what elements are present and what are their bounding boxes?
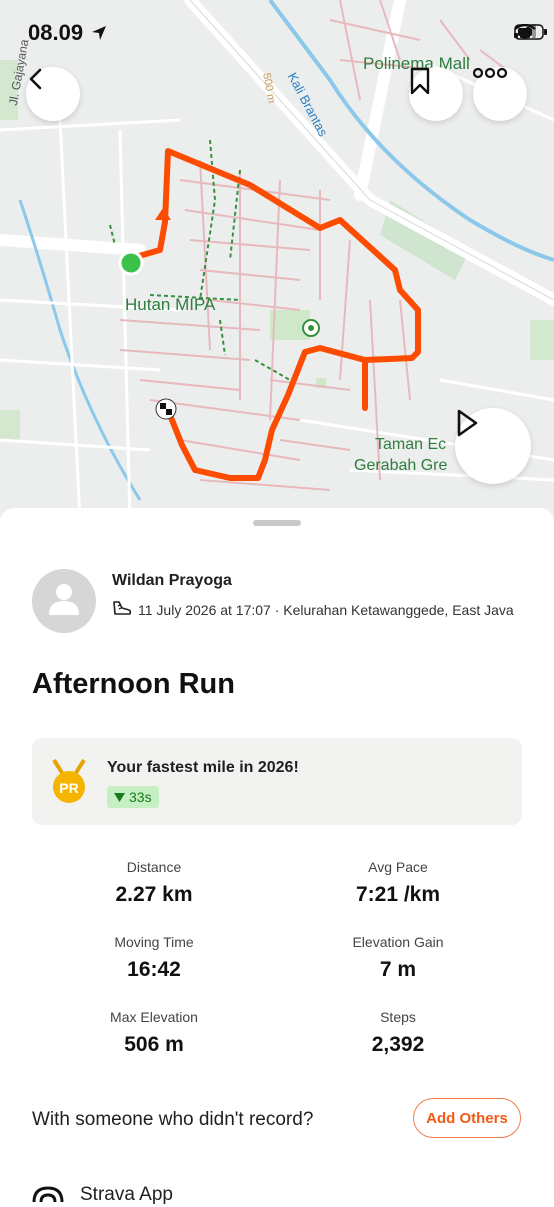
stat-value: 2,392 [371, 1033, 425, 1056]
sheet-drag-handle[interactable] [253, 520, 301, 526]
stat-avg-pace: Avg Pace 7:21 /km [298, 859, 498, 907]
stat-elevation-gain: Elevation Gain 7 m [298, 934, 498, 982]
medal-text: PR [59, 780, 78, 796]
stat-distance: Distance 2.27 km [54, 859, 254, 907]
pr-card[interactable]: PR Your fastest mile in 2026! 33s [32, 738, 522, 825]
pr-badge-text: 33s [129, 789, 152, 805]
pr-title: Your fastest mile in 2026! [107, 759, 299, 776]
stat-label: Elevation Gain [352, 934, 444, 950]
athlete-name[interactable]: Wildan Prayoga [112, 572, 232, 590]
map-label-hutan-mipa: Hutan MIPA [125, 295, 216, 314]
stat-max-elevation: Max Elevation 506 m [54, 1009, 254, 1057]
add-others-prompt: With someone who didn't record? [32, 1109, 314, 1130]
broadcast-icon [32, 1182, 64, 1207]
add-others-button[interactable]: Add Others [413, 1098, 521, 1138]
stat-label: Steps [380, 1009, 416, 1025]
avatar-icon [44, 579, 84, 624]
status-time: 08.09 [28, 20, 84, 45]
stat-label: Avg Pace [368, 859, 428, 875]
shoe-icon [112, 600, 132, 619]
play-flyover-button[interactable] [455, 408, 531, 484]
map-view[interactable]: Polinema Mall Hutan MIPA Taman Ec Geraba… [0, 0, 554, 520]
medal-icon: PR [48, 758, 90, 811]
stat-label: Max Elevation [110, 1009, 198, 1025]
back-button[interactable] [26, 67, 80, 121]
map-label-gerabah: Gerabah Gre [354, 457, 448, 474]
stat-value: 2.27 km [115, 883, 193, 906]
save-route-button[interactable] [409, 67, 463, 121]
pr-improvement-badge: 33s [107, 786, 159, 808]
avatar[interactable] [32, 569, 96, 633]
activity-sheet: Wildan Prayoga 11 July 2026 at 17:07 · K… [0, 508, 554, 1205]
device-row: Strava App [32, 1182, 173, 1207]
activity-meta: 11 July 2026 at 17:07 · Kelurahan Ketawa… [112, 600, 514, 619]
stat-value: 7 m [379, 958, 417, 981]
stat-value: 7:21 /km [355, 883, 441, 906]
down-triangle-icon [114, 792, 125, 802]
stat-steps: Steps 2,392 [298, 1009, 498, 1057]
stat-label: Distance [126, 859, 182, 875]
stat-value: 16:42 [127, 958, 181, 981]
device-label: Strava App [80, 1183, 173, 1205]
status-bar: 08.09 [0, 0, 554, 60]
more-options-button[interactable] [473, 67, 527, 121]
stat-value: 506 m [124, 1033, 184, 1056]
activity-date-location: 11 July 2026 at 17:07 · Kelurahan Ketawa… [138, 601, 514, 618]
activity-title: Afternoon Run [32, 668, 235, 700]
stat-moving-time: Moving Time 16:42 [54, 934, 254, 982]
stat-label: Moving Time [114, 934, 194, 950]
map-label-taman: Taman Ec [375, 436, 447, 453]
